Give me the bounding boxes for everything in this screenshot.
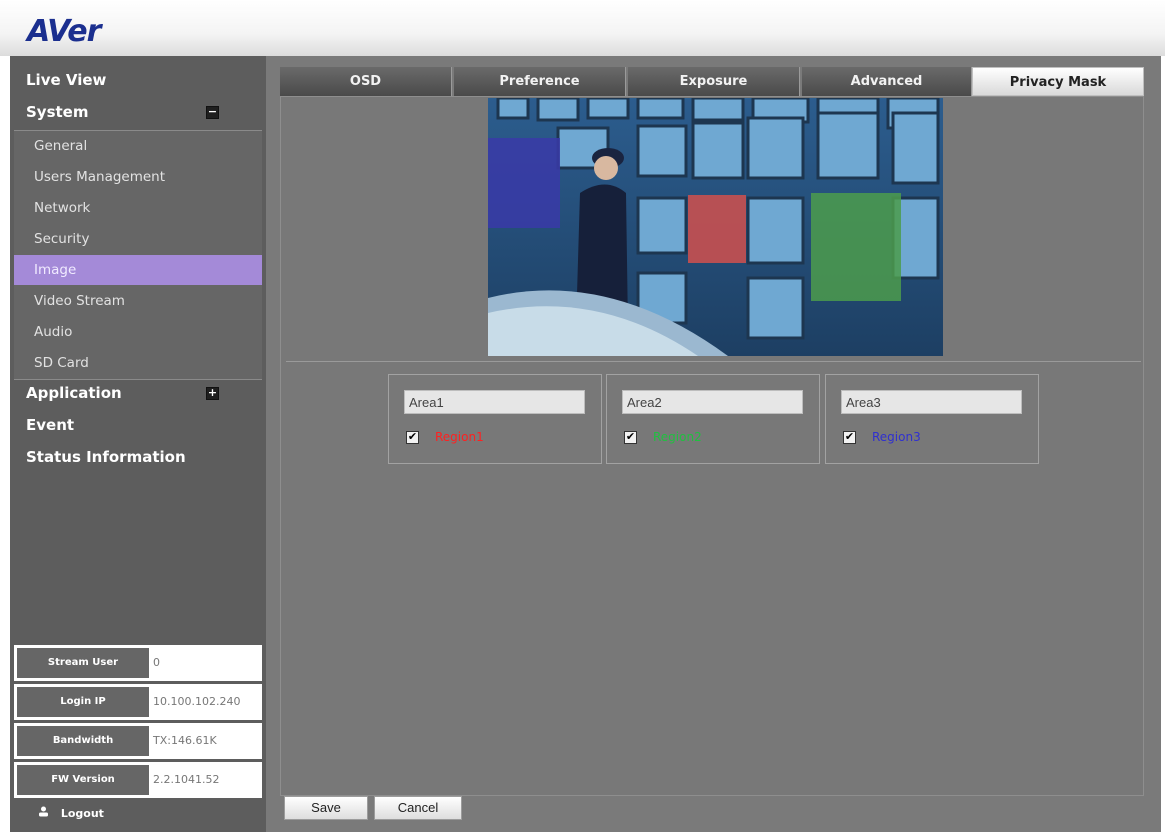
sidebar-item-network[interactable]: Network (14, 193, 262, 223)
area3-name-input[interactable] (841, 390, 1022, 414)
cancel-button[interactable]: Cancel (374, 796, 462, 820)
video-preview[interactable] (488, 98, 943, 356)
user-icon (38, 799, 49, 829)
area1-name-input[interactable] (404, 390, 585, 414)
nav-system-label: System (26, 103, 89, 121)
login-ip-value: 10.100.102.240 (153, 695, 241, 708)
bandwidth-label: Bandwidth (17, 726, 149, 756)
main-panel: OSD Preference Exposure Advanced Privacy… (266, 56, 1161, 832)
tab-bar: OSD Preference Exposure Advanced Privacy… (280, 67, 1144, 96)
aver-logo: AVer (27, 14, 101, 49)
tab-advanced[interactable]: Advanced (802, 67, 972, 96)
tab-exposure[interactable]: Exposure (628, 67, 800, 96)
sidebar-item-video-stream[interactable]: Video Stream (14, 286, 262, 316)
sidebar-item-audio[interactable]: Audio (14, 317, 262, 347)
collapse-icon[interactable]: − (206, 106, 219, 119)
nav-live-view[interactable]: Live View (10, 65, 266, 95)
region1-label: Region1 (435, 430, 484, 444)
sidebar-item-sd-card[interactable]: SD Card (14, 348, 262, 378)
fw-version-value: 2.2.1041.52 (153, 773, 220, 786)
nav-status-information[interactable]: Status Information (10, 442, 266, 472)
logout-label: Logout (60, 807, 104, 820)
divider-line (286, 361, 1141, 362)
expand-icon[interactable]: + (206, 387, 219, 400)
stream-user-label: Stream User (17, 648, 149, 678)
mask-region2 (811, 193, 901, 301)
login-ip-label: Login IP (17, 687, 149, 717)
privacy-mask-content: ✔ Region1 ✔ Region2 ✔ Region3 (280, 96, 1144, 796)
area1-panel: ✔ Region1 (388, 374, 602, 464)
tab-preference[interactable]: Preference (454, 67, 626, 96)
sidebar: Live View System − General Users Managem… (10, 56, 266, 832)
stream-user-row: Stream User 0 (14, 645, 262, 681)
video-preview-image (488, 98, 943, 356)
bandwidth-value: TX:146.61K (153, 734, 217, 747)
region3-checkbox[interactable]: ✔ (843, 431, 856, 444)
mask-region3 (488, 138, 560, 228)
stream-user-value: 0 (153, 656, 160, 669)
region2-label: Region2 (653, 430, 702, 444)
sidebar-item-users-management[interactable]: Users Management (14, 162, 262, 192)
nav-application-label: Application (26, 384, 122, 402)
sidebar-item-image[interactable]: Image (14, 255, 262, 285)
area2-panel: ✔ Region2 (606, 374, 820, 464)
fw-version-label: FW Version (17, 765, 149, 795)
region1-checkbox[interactable]: ✔ (406, 431, 419, 444)
sidebar-item-general[interactable]: General (14, 131, 262, 161)
nav-application[interactable]: Application + (10, 378, 266, 408)
area3-panel: ✔ Region3 (825, 374, 1039, 464)
login-ip-row: Login IP 10.100.102.240 (14, 684, 262, 720)
system-submenu: General Users Management Network Securit… (14, 130, 262, 380)
sidebar-item-security[interactable]: Security (14, 224, 262, 254)
tab-osd[interactable]: OSD (280, 67, 452, 96)
nav-system[interactable]: System − (10, 97, 266, 127)
save-button[interactable]: Save (284, 796, 368, 820)
region2-checkbox[interactable]: ✔ (624, 431, 637, 444)
header-bar: AVer (0, 0, 1165, 56)
region3-label: Region3 (872, 430, 921, 444)
logout-button[interactable]: Logout (14, 799, 262, 829)
nav-event[interactable]: Event (10, 410, 266, 440)
area2-name-input[interactable] (622, 390, 803, 414)
mask-region1 (688, 195, 746, 263)
tab-privacy-mask[interactable]: Privacy Mask (972, 67, 1144, 96)
bandwidth-row: Bandwidth TX:146.61K (14, 723, 262, 759)
fw-version-row: FW Version 2.2.1041.52 (14, 762, 262, 798)
